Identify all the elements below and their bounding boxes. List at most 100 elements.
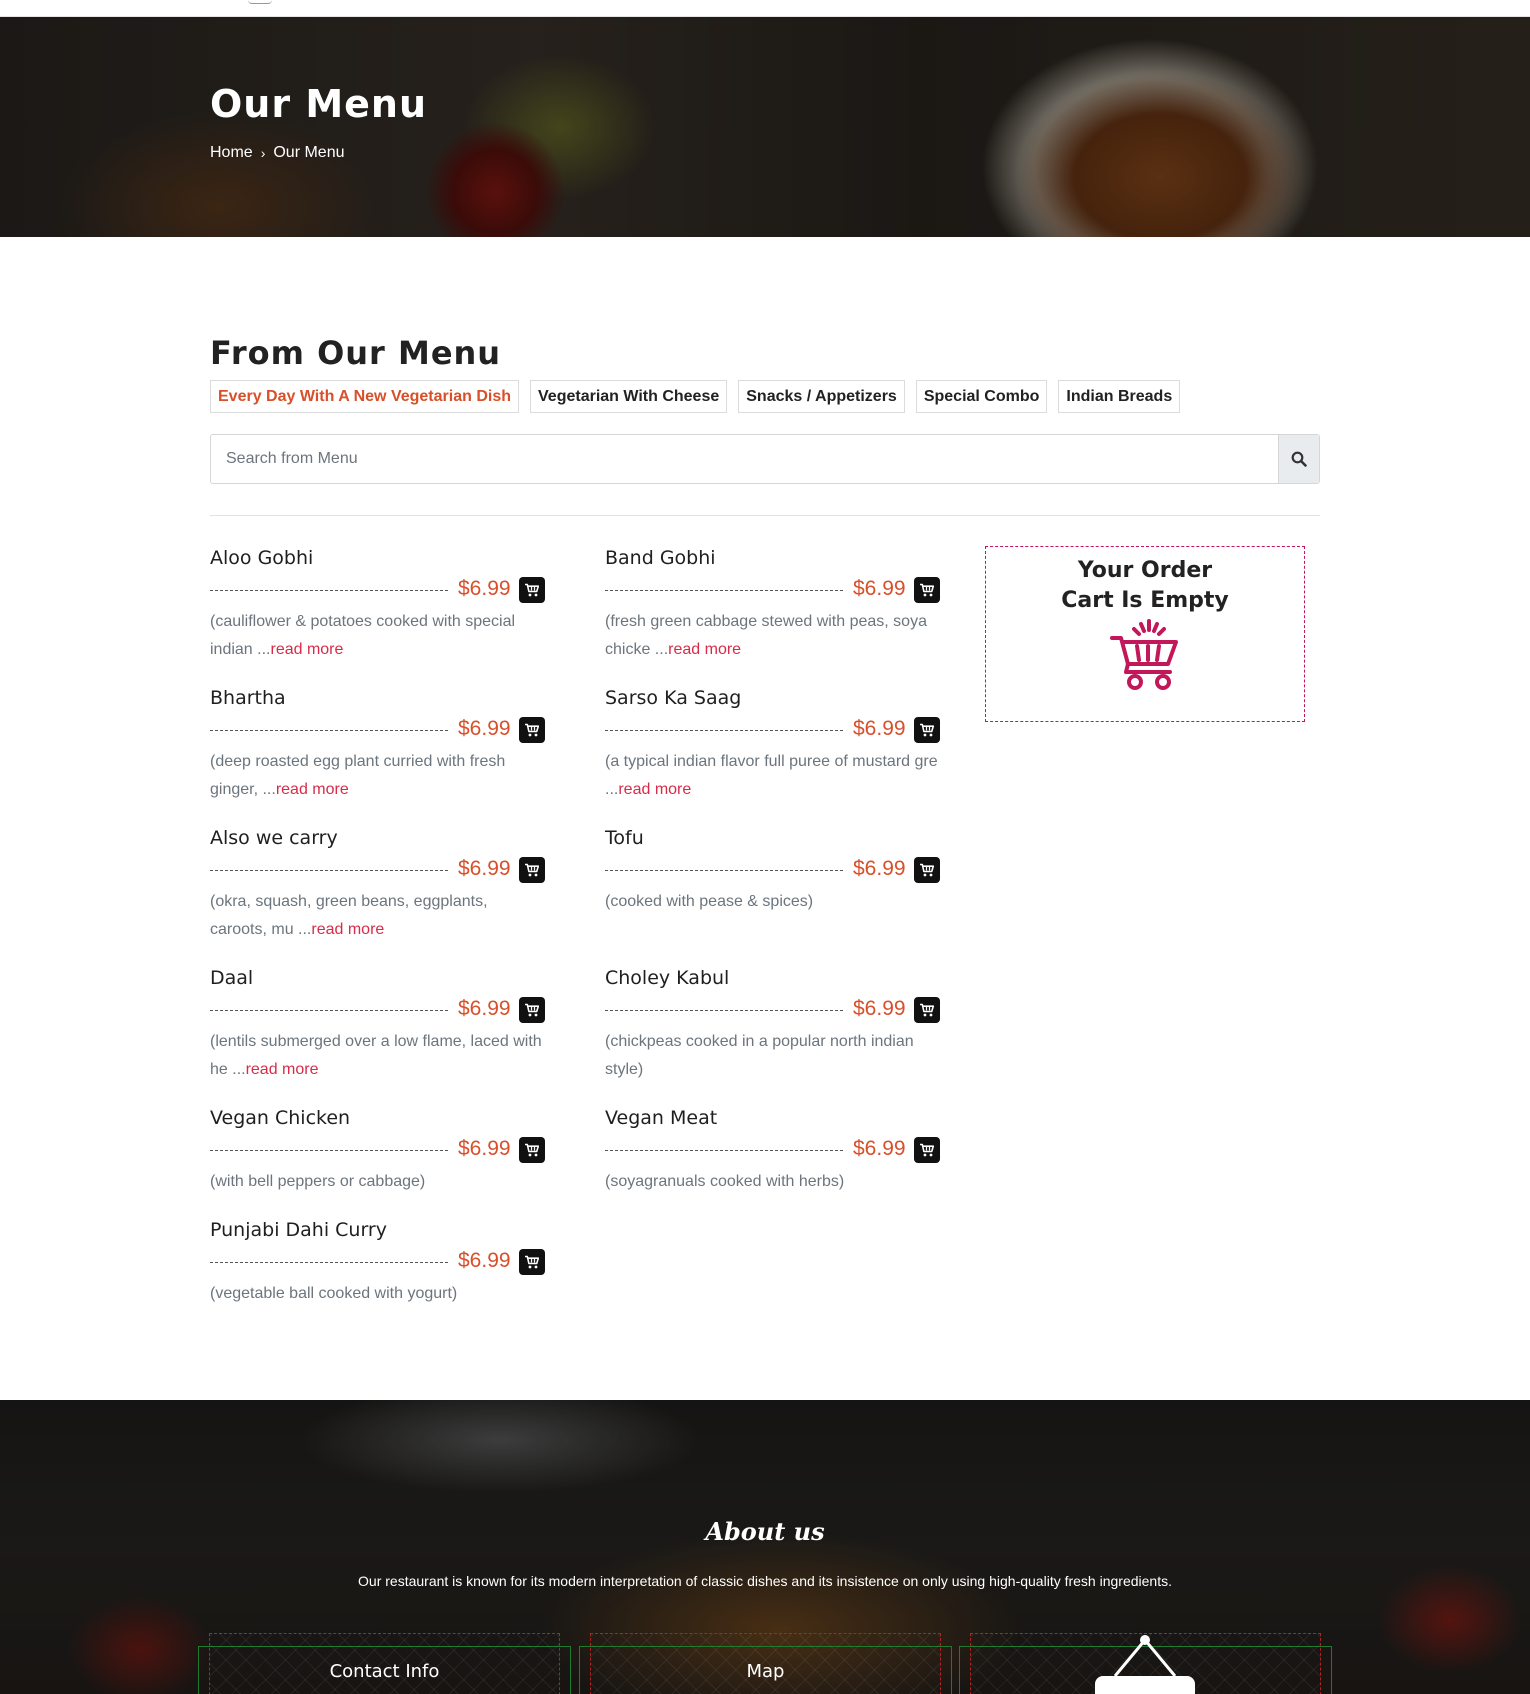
hero-banner: Our Menu Home › Our Menu: [0, 17, 1530, 237]
map-title: Map: [746, 1661, 785, 1682]
menu-category-tabs: Every Day With A New Vegetarian Dish Veg…: [210, 380, 1181, 413]
hanging-sign-icon: [1095, 1635, 1195, 1694]
menu-item-name: Punjabi Dahi Curry: [210, 1219, 387, 1241]
cart-icon: [525, 1003, 540, 1017]
dotted-leader: [210, 1262, 448, 1263]
read-more-link[interactable]: read more: [270, 641, 343, 658]
menu-item-description: (cooked with pease & spices): [605, 888, 940, 916]
empty-cart-icon: [1110, 619, 1178, 690]
menu-item-price: $6.99: [853, 1137, 906, 1160]
add-to-cart-button[interactable]: [519, 717, 545, 743]
add-to-cart-button[interactable]: [519, 997, 545, 1023]
chevron-right-icon: ›: [260, 145, 266, 161]
menu-item-description: (okra, squash, green beans, eggplants, c…: [210, 888, 545, 944]
about-text: Our restaurant is known for its modern i…: [358, 1573, 1172, 1589]
menu-item-desc-text: (deep roasted egg plant curried with fre…: [210, 753, 506, 798]
add-to-cart-button[interactable]: [519, 577, 545, 603]
menu-item-desc-text: (vegetable ball cooked with yogurt): [210, 1285, 458, 1302]
menu-item-name: Sarso Ka Saag: [605, 687, 742, 709]
menu-item: Aloo Gobhi $6.99 (cauliflower & potatoes c…: [210, 546, 545, 664]
menu-item-desc-text: (with bell peppers or cabbage): [210, 1173, 426, 1190]
add-to-cart-button[interactable]: [914, 857, 940, 883]
add-to-cart-button[interactable]: [914, 997, 940, 1023]
read-more-link[interactable]: read more: [276, 781, 349, 798]
dotted-leader: [210, 870, 448, 871]
dotted-leader: [605, 1150, 843, 1151]
cart-icon: [525, 1143, 540, 1157]
cart-icon: [920, 583, 935, 597]
read-more-link[interactable]: read more: [246, 1061, 319, 1078]
menu-item-name: Vegan Chicken: [210, 1107, 351, 1129]
breadcrumb-home-link[interactable]: Home: [210, 144, 253, 162]
menu-item-name: Band Gobhi: [605, 547, 716, 569]
tab-special-combo[interactable]: Special Combo: [915, 380, 1048, 413]
menu-item-name: Aloo Gobhi: [210, 547, 314, 569]
menu-item: Punjabi Dahi Curry $6.99 (vegetable ball c…: [210, 1218, 545, 1308]
menu-item-name: Vegan Meat: [605, 1107, 718, 1129]
menu-search: [210, 434, 1320, 484]
page-title: Our Menu: [210, 82, 428, 126]
dotted-leader: [210, 590, 448, 591]
tab-snacks-appetizers[interactable]: Snacks / Appetizers: [738, 380, 905, 413]
menu-item-description: (soyagranuals cooked with herbs): [605, 1168, 940, 1196]
menu-item: Sarso Ka Saag $6.99 (a typical indian flav…: [605, 686, 940, 804]
search-icon: [1291, 451, 1307, 467]
top-nav-bar: [0, 0, 1530, 17]
menu-item: Choley Kabul $6.99 (chickpeas cooked in a …: [605, 966, 940, 1084]
dotted-leader: [605, 870, 843, 871]
add-to-cart-button[interactable]: [914, 1137, 940, 1163]
menu-item-price: $6.99: [458, 1137, 511, 1160]
read-more-link[interactable]: read more: [311, 921, 384, 938]
logo[interactable]: [248, 0, 272, 4]
cart-icon: [920, 1003, 935, 1017]
menu-item-description: (with bell peppers or cabbage): [210, 1168, 545, 1196]
menu-item-description: (lentils submerged over a low flame, lac…: [210, 1028, 545, 1084]
menu-item-desc-text: (chickpeas cooked in a popular north ind…: [605, 1033, 914, 1078]
menu-item-price: $6.99: [458, 1249, 511, 1272]
menu-item-price: $6.99: [458, 717, 511, 740]
add-to-cart-button[interactable]: [519, 857, 545, 883]
cart-title: Your Order: [1077, 558, 1213, 583]
menu-item-price: $6.99: [458, 997, 511, 1020]
footer: About us Our restaurant is known for its…: [0, 1400, 1530, 1694]
dotted-leader: [210, 1150, 448, 1151]
add-to-cart-button[interactable]: [519, 1137, 545, 1163]
menu-item-price: $6.99: [458, 577, 511, 600]
tab-vegetarian-daily[interactable]: Every Day With A New Vegetarian Dish: [210, 380, 519, 413]
menu-item: Bhartha $6.99 (deep roasted egg plant curr…: [210, 686, 545, 804]
about-title: About us: [705, 1517, 825, 1546]
menu-item: Daal $6.99 (lentils submerged over a low f…: [210, 966, 545, 1084]
menu-item-price: $6.99: [853, 577, 906, 600]
menu-item: Tofu $6.99 (cooked with pease & spices): [605, 826, 940, 916]
menu-item-price: $6.99: [853, 997, 906, 1020]
search-button[interactable]: [1278, 435, 1319, 483]
cart-icon: [525, 583, 540, 597]
menu-item-desc-text: (cauliflower & potatoes cooked with spec…: [210, 613, 516, 658]
menu-item-desc-text: (fresh green cabbage stewed with peas, s…: [605, 613, 927, 658]
menu-item-price: $6.99: [853, 857, 906, 880]
read-more-link[interactable]: read more: [618, 781, 691, 798]
menu-item: Vegan Chicken $6.99 (with bell peppers or …: [210, 1106, 545, 1196]
dotted-leader: [210, 1010, 448, 1011]
menu-item-description: (fresh green cabbage stewed with peas, s…: [605, 608, 940, 664]
add-to-cart-button[interactable]: [914, 717, 940, 743]
cart-icon: [525, 863, 540, 877]
dotted-leader: [605, 1010, 843, 1011]
add-to-cart-button[interactable]: [519, 1249, 545, 1275]
menu-item-name: Choley Kabul: [605, 967, 730, 989]
menu-item-price: $6.99: [853, 717, 906, 740]
tab-indian-breads[interactable]: Indian Breads: [1058, 380, 1181, 413]
search-input[interactable]: [211, 435, 1278, 483]
menu-item-name: Tofu: [605, 827, 644, 849]
menu-item-description: (deep roasted egg plant curried with fre…: [210, 748, 545, 804]
menu-item: Also we carry $6.99 (okra, squash, green b…: [210, 826, 545, 944]
add-to-cart-button[interactable]: [914, 577, 940, 603]
cart-icon: [525, 723, 540, 737]
cart-icon: [525, 1255, 540, 1269]
cart-icon: [920, 1143, 935, 1157]
tab-vegetarian-cheese[interactable]: Vegetarian With Cheese: [530, 380, 728, 413]
menu-item: Vegan Meat $6.99 (soyagranuals cooked with…: [605, 1106, 940, 1196]
section-divider: [210, 515, 1320, 516]
menu-item-description: (vegetable ball cooked with yogurt): [210, 1280, 545, 1308]
read-more-link[interactable]: read more: [668, 641, 741, 658]
